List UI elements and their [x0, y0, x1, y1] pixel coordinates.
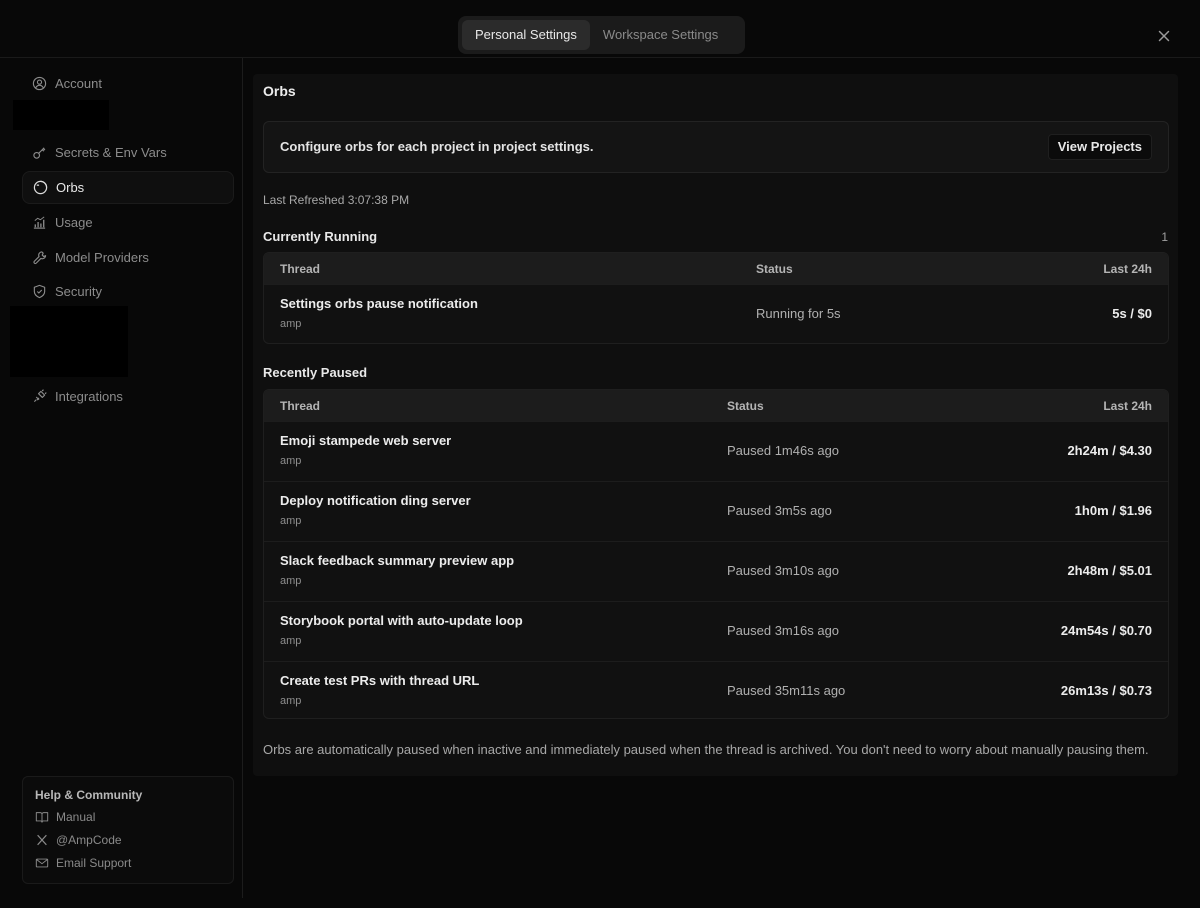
thread-project: amp [280, 695, 302, 707]
tab-personal-settings[interactable]: Personal Settings [462, 20, 590, 50]
sidebar-item-account[interactable]: Account [22, 67, 234, 100]
column-header-last24h: Last 24h [1103, 262, 1152, 276]
sidebar-item-label: Account [55, 76, 102, 91]
redacted-block [10, 306, 128, 377]
paused-table: Thread Status Last 24h Emoji stampede we… [263, 389, 1169, 719]
close-icon[interactable] [1156, 28, 1172, 44]
thread-project: amp [280, 455, 302, 467]
auto-pause-footnote: Orbs are automatically paused when inact… [263, 742, 1149, 757]
help-link-label: @AmpCode [56, 833, 122, 847]
thread-status: Running for 5s [756, 306, 841, 321]
currently-running-title: Currently Running [263, 229, 378, 244]
thread-usage: 1h0m / $1.96 [1074, 503, 1152, 518]
sidebar-item-label: Integrations [55, 389, 123, 404]
sidebar-item-secrets[interactable]: Secrets & Env Vars [22, 136, 234, 169]
key-icon [32, 145, 47, 160]
sidebar-item-usage[interactable]: Usage [22, 206, 234, 239]
settings-header: Personal Settings Workspace Settings [0, 0, 1200, 58]
help-link-label: Email Support [56, 856, 132, 870]
thread-usage: 26m13s / $0.73 [1060, 683, 1152, 698]
sidebar-item-label: Model Providers [55, 250, 149, 265]
running-table: Thread Status Last 24h Settings orbs pau… [263, 252, 1169, 344]
sidebar-item-label: Orbs [56, 180, 85, 195]
thread-project: amp [280, 318, 302, 330]
column-header-thread: Thread [280, 262, 321, 276]
shield-icon [32, 284, 47, 299]
column-header-status: Status [756, 262, 793, 276]
thread-name: Storybook portal with auto-update loop [280, 613, 523, 628]
orbs-panel: Orbs Configure orbs for each project in … [253, 74, 1178, 776]
thread-status: Paused 1m46s ago [727, 443, 840, 458]
help-link-label: Manual [56, 810, 96, 824]
info-card: Configure orbs for each project in proje… [263, 121, 1169, 173]
sidebar-item-integrations[interactable]: Integrations [22, 380, 234, 413]
sidebar-item-label: Secrets & Env Vars [55, 145, 167, 160]
thread-project: amp [280, 575, 302, 587]
recently-paused-title: Recently Paused [263, 365, 368, 380]
thread-status: Paused 35m11s ago [727, 683, 846, 698]
table-header: Thread Status Last 24h [264, 390, 1168, 421]
page-title: Orbs [263, 83, 296, 99]
thread-usage: 2h24m / $4.30 [1067, 443, 1152, 458]
settings-modal: Personal Settings Workspace Settings Acc… [0, 0, 1200, 908]
sidebar-item-label: Usage [55, 215, 93, 230]
ampcode-x-link[interactable]: @AmpCode [35, 831, 122, 849]
email-support-link[interactable]: Email Support [35, 854, 131, 872]
thread-project: amp [280, 635, 302, 647]
column-header-thread: Thread [280, 399, 321, 413]
redacted-block [13, 100, 109, 130]
chart-icon [32, 215, 47, 230]
column-header-last24h: Last 24h [1103, 399, 1152, 413]
help-community-panel: Help & Community Manual @AmpCode Email S… [22, 776, 234, 884]
x-logo-icon [35, 833, 49, 847]
mail-icon [35, 856, 49, 870]
book-icon [35, 810, 49, 824]
table-row[interactable]: Emoji stampede web server amp Paused 1m4… [264, 421, 1168, 481]
thread-status: Paused 3m5s ago [727, 503, 832, 518]
thread-status: Paused 3m10s ago [727, 563, 840, 578]
thread-name: Slack feedback summary preview app [280, 553, 515, 568]
column-header-status: Status [727, 399, 764, 413]
help-community-title: Help & Community [35, 788, 143, 802]
table-row[interactable]: Slack feedback summary preview app amp P… [264, 541, 1168, 601]
table-row[interactable]: Deploy notification ding server amp Paus… [264, 481, 1168, 541]
info-text: Configure orbs for each project in proje… [280, 139, 594, 154]
thread-project: amp [280, 515, 302, 527]
thread-name: Settings orbs pause notification [280, 296, 478, 311]
thread-name: Emoji stampede web server [280, 433, 452, 448]
sidebar-item-orbs[interactable]: Orbs [22, 171, 234, 204]
manual-link[interactable]: Manual [35, 808, 95, 826]
tab-workspace-settings[interactable]: Workspace Settings [590, 20, 731, 50]
settings-tabs: Personal Settings Workspace Settings [458, 16, 745, 54]
sidebar-item-model-providers[interactable]: Model Providers [22, 241, 234, 274]
table-row[interactable]: Storybook portal with auto-update loop a… [264, 601, 1168, 661]
table-row[interactable]: Settings orbs pause notification amp Run… [264, 284, 1168, 343]
sidebar-item-security[interactable]: Security [22, 275, 234, 308]
thread-usage: 2h48m / $5.01 [1067, 563, 1152, 578]
user-circle-icon [32, 76, 47, 91]
sidebar: Account Secrets & Env Vars Orbs Usage Mo… [10, 58, 243, 898]
thread-usage: 24m54s / $0.70 [1060, 623, 1152, 638]
view-projects-button[interactable]: View Projects [1047, 134, 1152, 160]
wrench-icon [32, 250, 47, 265]
running-count: 1 [1161, 230, 1168, 244]
table-header: Thread Status Last 24h [264, 253, 1168, 284]
orb-icon [33, 180, 48, 195]
plug-icon [32, 389, 47, 404]
thread-status: Paused 3m16s ago [727, 623, 840, 638]
thread-name: Create test PRs with thread URL [280, 673, 480, 688]
last-refreshed-text: Last Refreshed 3:07:38 PM [263, 193, 410, 207]
table-row[interactable]: Create test PRs with thread URL amp Paus… [264, 661, 1168, 718]
thread-name: Deploy notification ding server [280, 493, 471, 508]
sidebar-item-label: Security [55, 284, 102, 299]
thread-usage: 5s / $0 [1112, 306, 1152, 321]
